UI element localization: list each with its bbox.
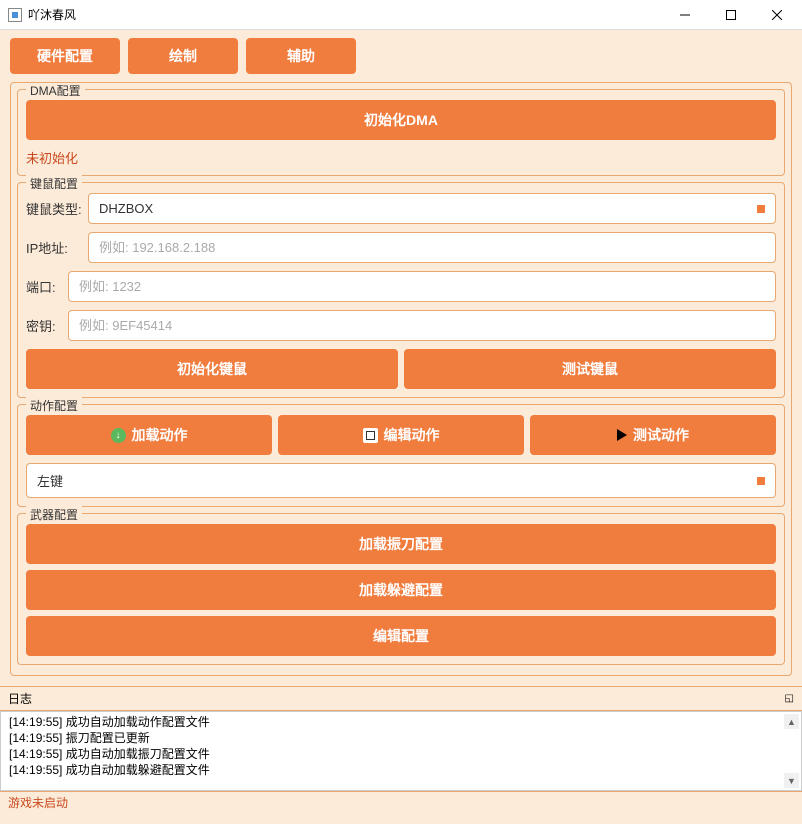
weapon-group-title: 武器配置 — [26, 506, 82, 523]
minimize-button[interactable] — [662, 0, 708, 30]
action-group-title: 动作配置 — [26, 397, 82, 414]
tabbar: 硬件配置 绘制 辅助 — [0, 30, 802, 82]
test-km-button[interactable]: 测试键鼠 — [404, 349, 776, 389]
log-line: [14:19:55] 成功自动加载振刀配置文件 — [9, 746, 793, 762]
init-km-button[interactable]: 初始化键鼠 — [26, 349, 398, 389]
statusbar: 游戏未启动 — [0, 791, 802, 813]
km-group-title: 键鼠配置 — [26, 175, 82, 192]
log-line: [14:19:55] 成功自动加载动作配置文件 — [9, 714, 793, 730]
log-line: [14:19:55] 成功自动加载躲避配置文件 — [9, 762, 793, 778]
app-body: 硬件配置 绘制 辅助 DMA配置 初始化DMA 未初始化 键鼠配置 键鼠类型: … — [0, 30, 802, 824]
log-header: 日志 ◱ — [0, 686, 802, 711]
close-button[interactable] — [754, 0, 800, 30]
action-select[interactable]: 左键 — [26, 463, 776, 498]
test-action-label: 测试动作 — [633, 425, 689, 445]
log-body: [14:19:55] 成功自动加载动作配置文件 [14:19:55] 振刀配置已… — [0, 711, 802, 791]
dma-status: 未初始化 — [26, 148, 776, 167]
km-group: 键鼠配置 键鼠类型: DHZBOX IP地址: 端口: 密钥: — [17, 182, 785, 398]
km-type-label: 键鼠类型: — [26, 199, 82, 218]
action-select-value: 左键 — [37, 471, 63, 490]
ip-label: IP地址: — [26, 238, 82, 257]
download-icon: ↓ — [111, 428, 126, 443]
edit-icon — [363, 428, 378, 443]
port-input[interactable] — [68, 271, 776, 302]
titlebar: 吖沐春风 — [0, 0, 802, 30]
weapon-group: 武器配置 加载振刀配置 加载躲避配置 编辑配置 — [17, 513, 785, 665]
log-title: 日志 — [8, 690, 32, 707]
ip-input[interactable] — [88, 232, 776, 263]
load-action-label: 加载动作 — [132, 425, 188, 445]
app-icon — [8, 8, 22, 22]
window-title: 吖沐春风 — [28, 6, 662, 23]
init-dma-button[interactable]: 初始化DMA — [26, 100, 776, 140]
chevron-down-icon — [757, 477, 765, 485]
test-action-button[interactable]: 测试动作 — [530, 415, 776, 455]
main-panel: DMA配置 初始化DMA 未初始化 键鼠配置 键鼠类型: DHZBOX IP地址… — [10, 82, 792, 676]
play-icon — [617, 429, 627, 441]
window-controls — [662, 0, 800, 30]
chevron-down-icon — [757, 205, 765, 213]
maximize-button[interactable] — [708, 0, 754, 30]
dma-group: DMA配置 初始化DMA 未初始化 — [17, 89, 785, 176]
edit-action-label: 编辑动作 — [384, 425, 440, 445]
log-line: [14:19:55] 振刀配置已更新 — [9, 730, 793, 746]
tab-draw[interactable]: 绘制 — [128, 38, 238, 74]
load-action-button[interactable]: ↓ 加载动作 — [26, 415, 272, 455]
dock-icon[interactable]: ◱ — [785, 693, 794, 704]
port-label: 端口: — [26, 277, 62, 296]
tab-hardware[interactable]: 硬件配置 — [10, 38, 120, 74]
edit-action-button[interactable]: 编辑动作 — [278, 415, 524, 455]
tab-assist[interactable]: 辅助 — [246, 38, 356, 74]
key-input[interactable] — [68, 310, 776, 341]
dma-group-title: DMA配置 — [26, 82, 85, 99]
action-group: 动作配置 ↓ 加载动作 编辑动作 测试动作 左键 — [17, 404, 785, 507]
km-type-select[interactable]: DHZBOX — [88, 193, 776, 224]
edit-weapon-button[interactable]: 编辑配置 — [26, 616, 776, 656]
scroll-down-button[interactable]: ▼ — [784, 773, 799, 788]
key-label: 密钥: — [26, 316, 62, 335]
load-shake-button[interactable]: 加载振刀配置 — [26, 524, 776, 564]
scroll-up-button[interactable]: ▲ — [784, 714, 799, 729]
km-type-value: DHZBOX — [99, 201, 153, 216]
load-dodge-button[interactable]: 加载躲避配置 — [26, 570, 776, 610]
